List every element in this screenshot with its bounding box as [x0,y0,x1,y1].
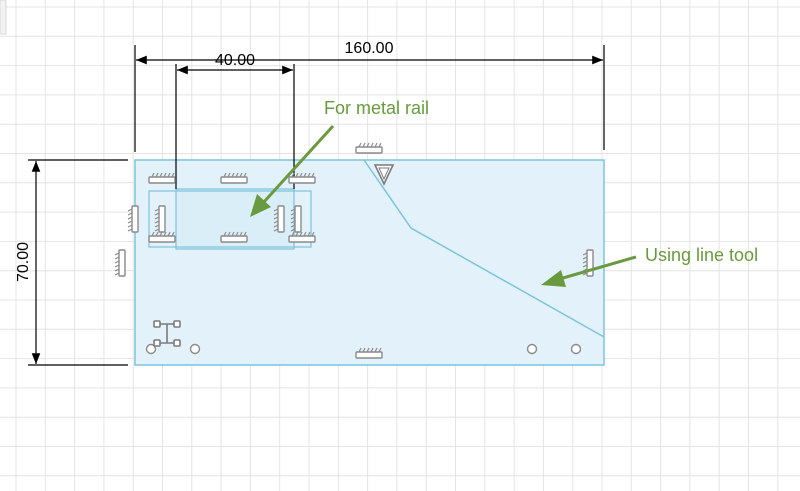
coincident-point-icon[interactable] [570,343,582,355]
coincident-point-icon[interactable] [526,343,538,355]
dimension-height-label[interactable]: 70.00 [15,242,32,282]
dimension-height[interactable]: 70.00 [15,159,128,366]
dimension-overall-width[interactable]: 160.00 [134,40,605,152]
dimension-overall-width-label[interactable]: 160.00 [345,40,394,57]
viewcube-edge[interactable] [0,0,7,35]
dimension-rail-width-label[interactable]: 40.00 [215,52,255,69]
vertical-constraint-icon[interactable] [114,249,126,277]
horizontal-constraint-icon[interactable] [355,142,383,154]
annotation-line-tool-text: Using line tool [645,245,758,265]
vertical-constraint-icon[interactable] [127,205,139,233]
sketch-canvas[interactable]: 160.00 40.00 70.00 For metal rail Using … [0,0,800,491]
annotation-rail-text: For metal rail [324,98,429,118]
sketch-viewport[interactable]: 160.00 40.00 70.00 For metal rail Using … [0,0,800,491]
coincident-point-icon[interactable] [189,343,201,355]
